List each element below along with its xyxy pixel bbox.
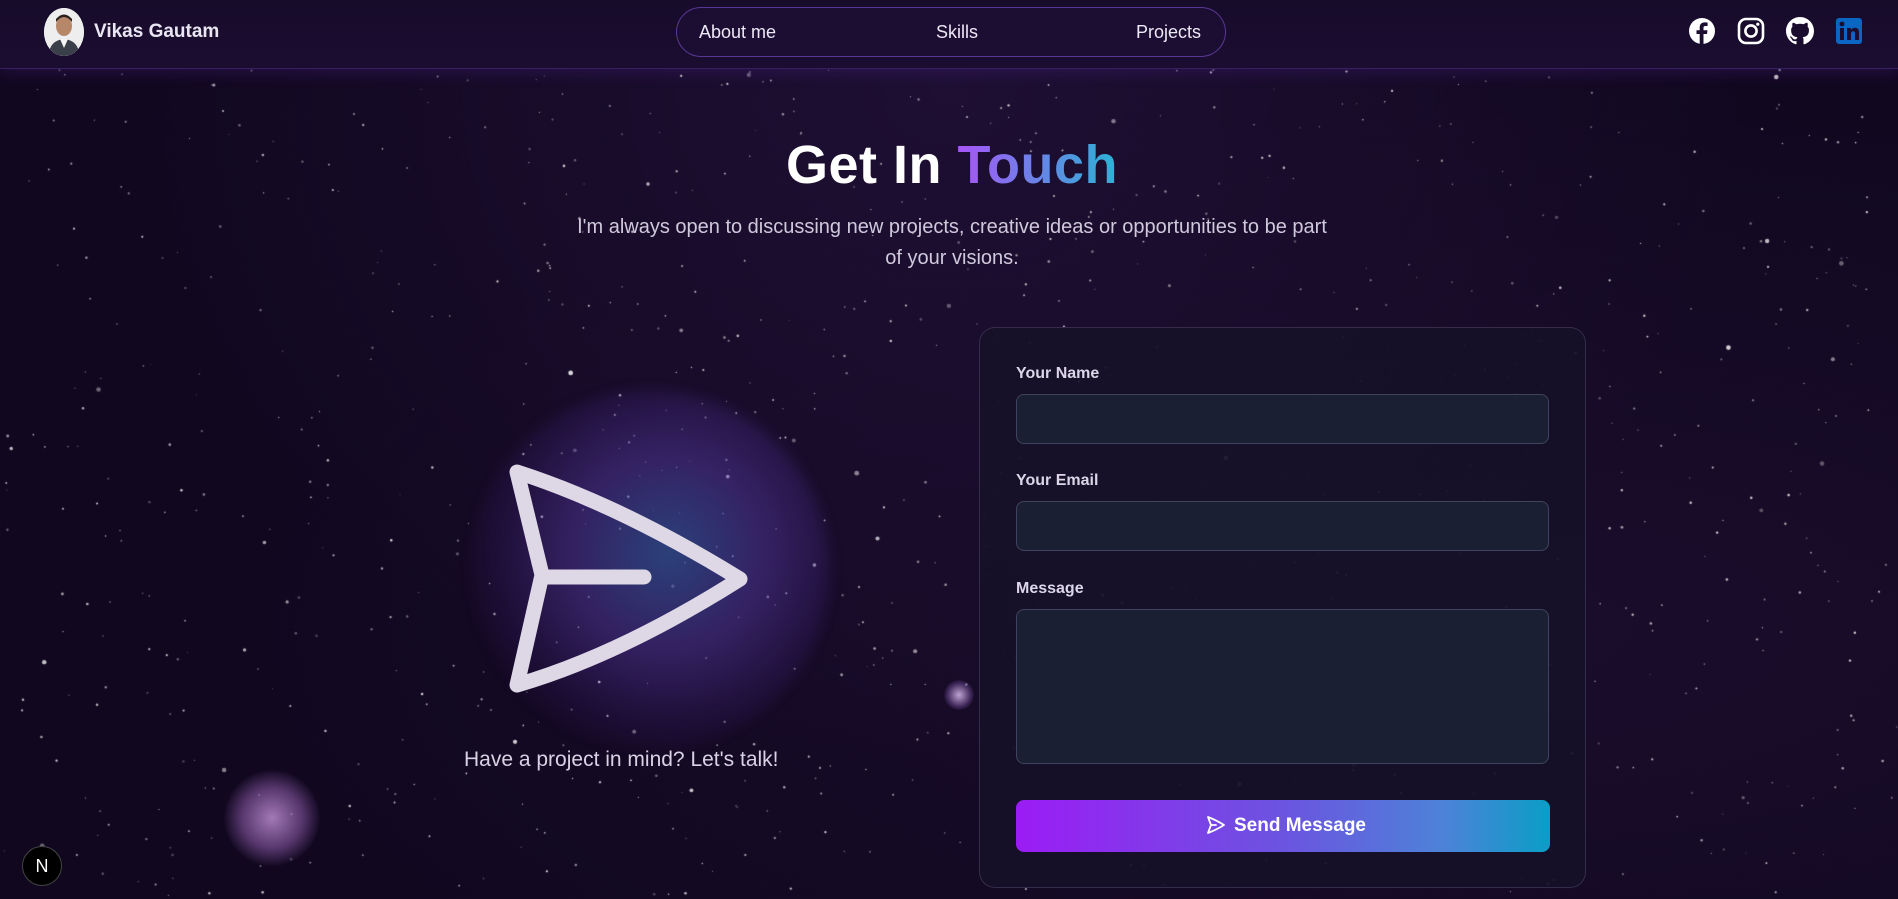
glow-orb [944, 680, 974, 710]
instagram-icon[interactable] [1737, 17, 1767, 47]
section-title: Get In Touch [0, 134, 1898, 196]
send-icon [500, 455, 760, 710]
top-navbar: Vikas Gautam About me Skills Projects [0, 0, 1898, 69]
main-nav: About me Skills Projects [676, 7, 1226, 57]
github-icon[interactable] [1786, 17, 1816, 47]
name-label: Your Name [1016, 365, 1100, 382]
nav-projects[interactable]: Projects [1136, 22, 1201, 43]
name-input[interactable] [1016, 394, 1549, 444]
dev-indicator-badge[interactable]: N [22, 846, 62, 886]
contact-form-card: Your Name Your Email Message Send Messag… [979, 327, 1586, 888]
send-message-label: Send Message [1234, 815, 1366, 836]
title-accent: Touch [957, 135, 1118, 195]
nav-skills[interactable]: Skills [936, 22, 978, 43]
email-input[interactable] [1016, 501, 1549, 551]
email-label: Your Email [1016, 472, 1099, 489]
brand-name[interactable]: Vikas Gautam [94, 21, 219, 43]
nav-about-me[interactable]: About me [699, 22, 776, 43]
section-subtitle: I'm always open to discussing new projec… [577, 216, 1327, 269]
avatar[interactable] [44, 8, 84, 56]
send-message-button[interactable]: Send Message [1016, 800, 1550, 852]
message-label: Message [1016, 580, 1084, 597]
glow-orb [224, 770, 320, 866]
send-icon [1206, 815, 1226, 841]
title-main: Get In [786, 135, 958, 195]
linkedin-icon[interactable] [1835, 17, 1865, 47]
contact-tagline: Have a project in mind? Let's talk! [464, 748, 779, 771]
message-textarea[interactable] [1016, 609, 1549, 764]
facebook-icon[interactable] [1688, 17, 1718, 47]
